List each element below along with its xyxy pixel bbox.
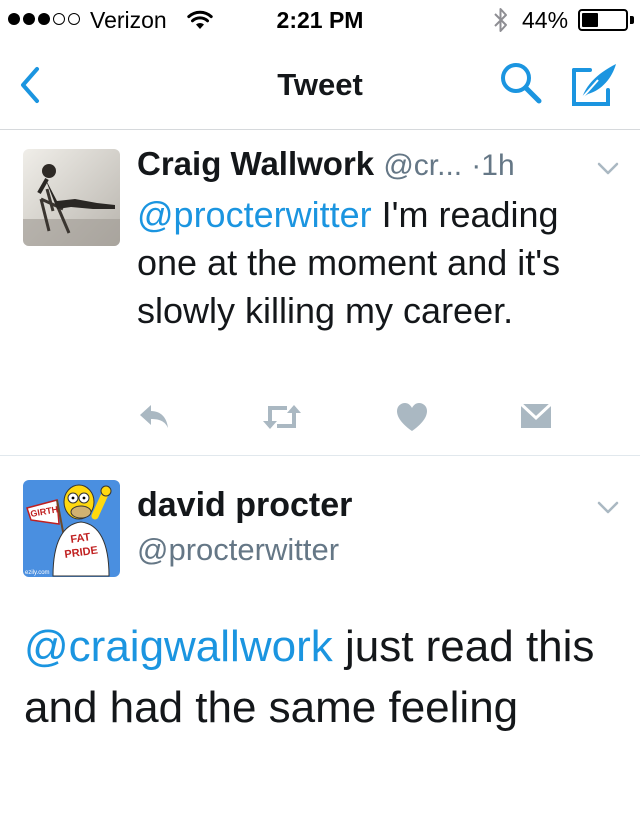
tweet-text: @procterwitter I'm reading one at the mo… (137, 191, 617, 335)
author-name[interactable]: Craig Wallwork (137, 145, 374, 182)
direct-message-icon[interactable] (519, 401, 553, 431)
search-icon[interactable] (498, 60, 544, 106)
mention-link[interactable]: @procterwitter (137, 194, 372, 235)
avatar-craig-wallwork[interactable] (23, 149, 120, 246)
avatar-photo (23, 149, 120, 246)
tweet-time: 1h (481, 149, 515, 182)
heart-icon[interactable] (395, 401, 429, 433)
tweet-actions (137, 401, 557, 441)
mention-link[interactable]: @craigwallwork (24, 622, 333, 671)
homer-avatar-image: GIRTH FAT PRIDE ezily.com (23, 480, 120, 577)
battery-percentage: 44% (522, 7, 569, 33)
author-handle[interactable]: @procterwitter (137, 532, 339, 568)
battery-nub (630, 16, 634, 24)
avatar-david-procter[interactable]: GIRTH FAT PRIDE ezily.com (23, 480, 120, 577)
status-bar: Verizon 2:21 PM 44% (0, 0, 640, 40)
reply-icon[interactable] (137, 401, 171, 431)
reply-tweet[interactable]: Craig Wallwork @cr... ·1h @procterwitter… (0, 131, 640, 456)
battery-icon (578, 9, 628, 31)
nav-bar: Tweet (0, 40, 640, 130)
bluetooth-icon (494, 8, 507, 32)
tweet-text: @craigwallwork just read this and had th… (24, 616, 624, 738)
chevron-down-icon[interactable] (596, 161, 620, 177)
tweet-header: Craig Wallwork @cr... ·1h (137, 145, 515, 183)
separator-dot: · (471, 149, 482, 182)
compose-quill-icon[interactable] (568, 60, 620, 110)
chevron-down-icon[interactable] (596, 500, 620, 516)
author-name[interactable]: david procter (137, 486, 352, 525)
author-handle[interactable]: @cr... (383, 149, 462, 182)
page-title: Tweet (277, 67, 363, 102)
avatar-watermark: ezily.com (25, 570, 50, 576)
retweet-icon[interactable] (261, 401, 303, 433)
main-tweet: GIRTH FAT PRIDE ezily.com david procter … (0, 456, 640, 819)
